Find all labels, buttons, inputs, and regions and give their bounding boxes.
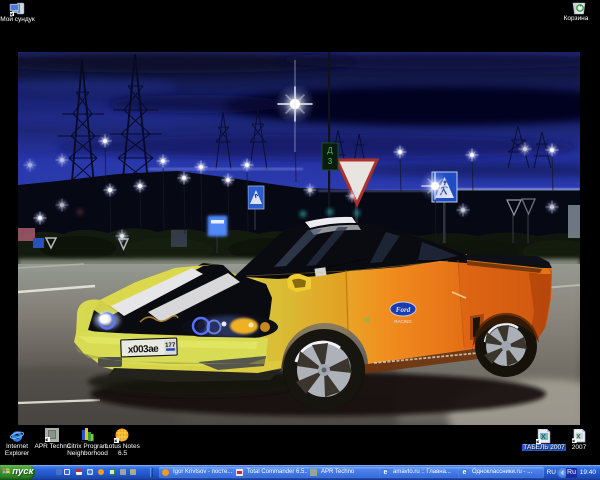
svg-text:Д: Д [327,146,333,155]
svg-text:X: X [576,433,581,440]
svg-text:Ford: Ford [396,306,411,314]
svg-text:177: 177 [165,342,176,349]
svg-text:3: 3 [328,157,333,166]
svg-text:х003ае: х003ае [128,344,160,356]
svg-text:RACING: RACING [394,319,412,324]
svg-text:X: X [541,434,546,441]
